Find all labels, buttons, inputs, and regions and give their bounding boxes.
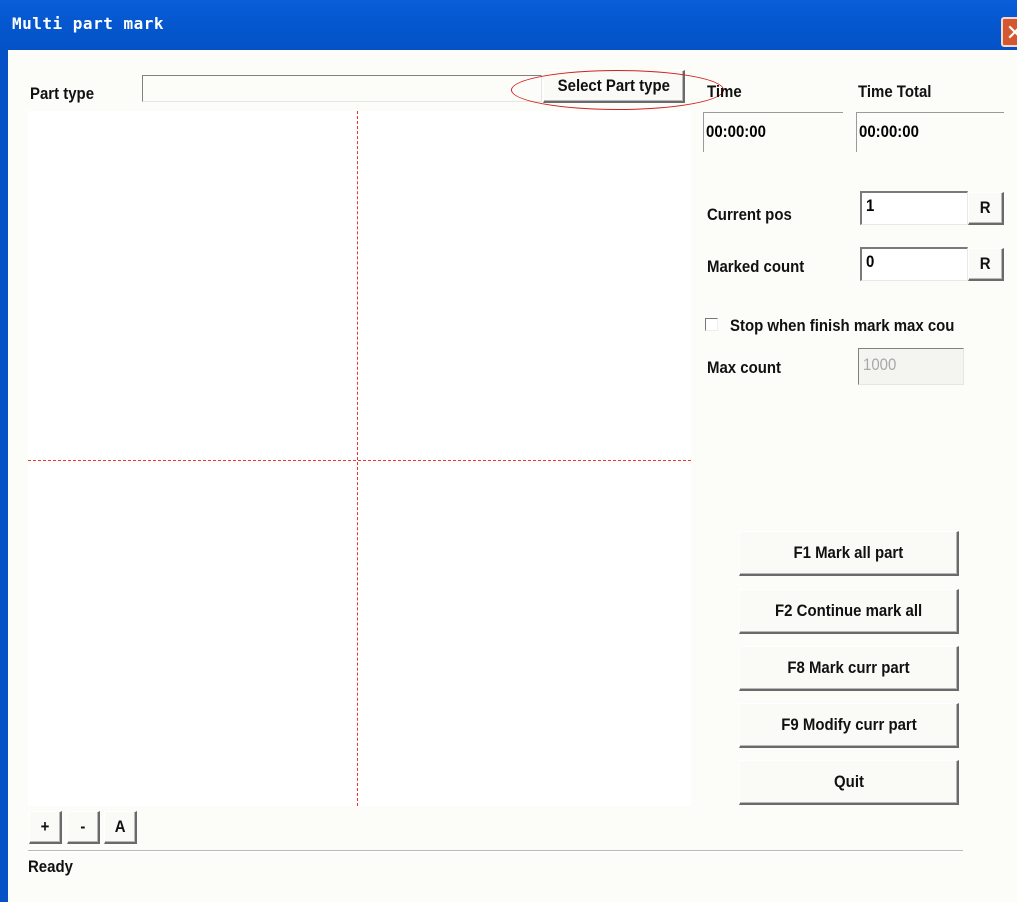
max-count-value: 1000 [863,355,897,374]
marked-count-reset-button[interactable]: R [968,248,1004,281]
current-pos-value: 1 [866,196,875,215]
crosshair-vertical [357,111,358,806]
stop-when-finish-label[interactable]: Stop when finish mark max cou [730,316,954,336]
current-pos-label: Current pos [707,205,792,224]
status-text: Ready [28,857,73,876]
zoom-out-button[interactable]: - [67,811,100,844]
time-label: Time [707,82,742,101]
time-value: 00:00:00 [706,122,766,141]
select-part-type-button[interactable]: Select Part type [543,70,685,103]
mark-all-part-button[interactable]: F1 Mark all part [739,531,959,576]
max-count-label: Max count [707,358,781,377]
close-icon[interactable]: ✕ [1001,17,1017,47]
mark-curr-part-button[interactable]: F8 Mark curr part [739,646,959,691]
title-bar[interactable]: Multi part mark ✕ [0,0,1017,50]
zoom-auto-button[interactable]: A [104,811,137,844]
modify-curr-part-button[interactable]: F9 Modify curr part [739,703,959,748]
marked-count-input[interactable]: 0 [860,247,968,281]
window-title: Multi part mark [12,14,164,33]
stop-when-finish-checkbox[interactable] [705,318,718,331]
marked-count-value: 0 [866,252,875,271]
time-value-box: 00:00:00 [703,112,843,152]
continue-mark-all-button[interactable]: F2 Continue mark all [739,589,959,634]
time-total-value-box: 00:00:00 [856,112,1004,152]
current-pos-input[interactable]: 1 [860,191,968,225]
current-pos-reset-button[interactable]: R [968,192,1004,225]
part-type-label: Part type [30,84,95,103]
max-count-input[interactable]: 1000 [858,348,964,385]
multi-part-mark-window: Multi part mark ✕ Part type Select Part … [0,0,1017,902]
marked-count-label: Marked count [707,257,805,276]
crosshair-horizontal [28,460,691,461]
quit-button[interactable]: Quit [739,760,959,805]
window-frame-left [0,50,8,902]
status-divider [28,850,963,852]
part-type-field[interactable] [142,75,542,102]
preview-canvas[interactable] [28,111,691,806]
time-total-value: 00:00:00 [859,122,919,141]
zoom-in-button[interactable]: + [29,811,62,844]
time-total-label: Time Total [858,82,932,101]
